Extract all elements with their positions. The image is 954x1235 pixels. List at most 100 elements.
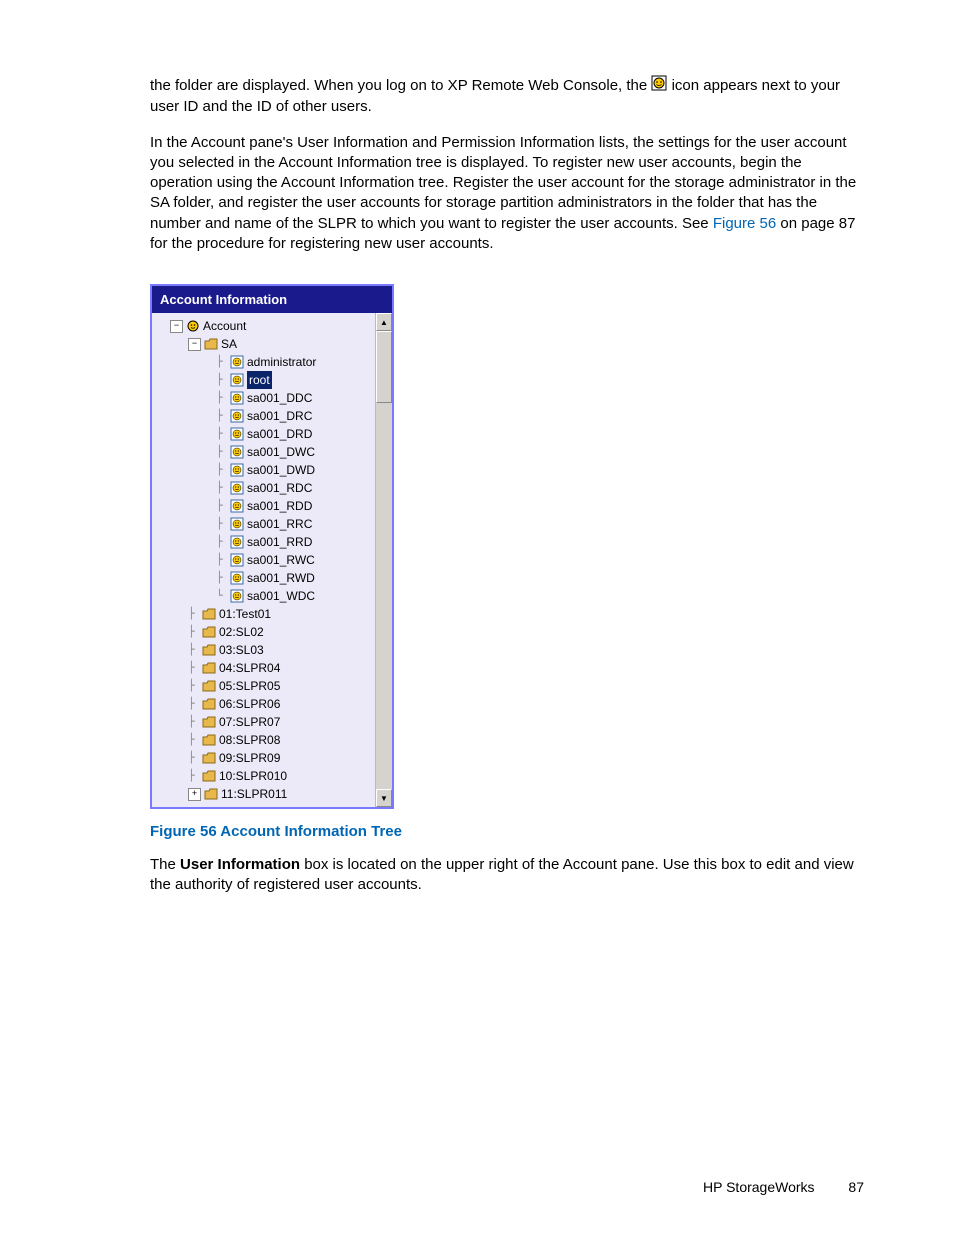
scroll-up-button[interactable]: ▲	[376, 313, 392, 331]
scroll-thumb[interactable]	[376, 331, 392, 403]
tree-node-label: sa001_DRC	[247, 407, 312, 425]
folder-open-icon	[204, 338, 218, 350]
tree-node-label: 01:Test01	[219, 605, 271, 623]
tree-node-user[interactable]: ├ sa001_DWD	[156, 461, 375, 479]
tree-node-folder[interactable]: ├06:SLPR06	[156, 695, 375, 713]
paragraph-1: the folder are displayed. When you log o…	[150, 75, 864, 118]
user-smiley-icon	[230, 481, 244, 495]
tree-line-icon: └	[216, 587, 230, 605]
tree-line-icon: ├	[216, 479, 230, 497]
tree-node-user[interactable]: ├sa001_RDC	[156, 479, 375, 497]
tree-node-label: 08:SLPR08	[219, 731, 280, 749]
tree-line-icon: ├	[216, 497, 230, 515]
panel-title: Account Information	[152, 286, 392, 313]
folders-list: ├01:Test01├02:SL02├03:SL03├04:SLPR04├05:…	[156, 605, 375, 803]
folder-icon	[202, 752, 216, 764]
tree-node-label: 05:SLPR05	[219, 677, 280, 695]
tree-line-icon: ├	[188, 767, 202, 785]
users-list: ├administrator├root├sa001_DDC├sa001_DRC├…	[156, 353, 375, 605]
tree-node-user[interactable]: ├sa001_DRD	[156, 425, 375, 443]
tree-node-label: sa001_DWD	[247, 461, 315, 479]
tree-node-label: 11:SLPR011	[221, 785, 287, 803]
tree-node-user[interactable]: ├sa001_RWC	[156, 551, 375, 569]
tree-node-folder[interactable]: ├08:SLPR08	[156, 731, 375, 749]
figure-56-link[interactable]: Figure 56	[713, 215, 776, 232]
tree-node-sa[interactable]: − SA	[156, 335, 375, 353]
tree-node-user[interactable]: ├ sa001_RRD	[156, 533, 375, 551]
expand-icon[interactable]: +	[188, 788, 201, 801]
tree-node-label: sa001_RDD	[247, 497, 312, 515]
folder-icon	[202, 662, 216, 674]
tree-node-folder[interactable]: ├ 03:SL03	[156, 641, 375, 659]
user-smiley-icon	[230, 517, 244, 531]
folder-icon	[202, 770, 216, 782]
paragraph-3: The User Information box is located on t…	[150, 855, 864, 896]
collapse-icon[interactable]: −	[188, 338, 201, 351]
user-smiley-icon	[230, 445, 244, 459]
tree-node-label: 07:SLPR07	[219, 713, 280, 731]
paragraph-1a: the folder are displayed. When you log o…	[150, 77, 651, 94]
tree-node-label: sa001_RRD	[247, 533, 312, 551]
tree-node-folder[interactable]: ├ 01:Test01	[156, 605, 375, 623]
tree-line-icon: ├	[216, 569, 230, 587]
tree-line-icon: ├	[188, 749, 202, 767]
tree-line-icon: ├	[188, 659, 202, 677]
account-tree[interactable]: − Account − SA ├administrator├root├sa001…	[152, 313, 375, 807]
folder-icon	[202, 644, 216, 656]
tree-node-folder[interactable]: +11:SLPR011	[156, 785, 375, 803]
user-smiley-icon	[230, 499, 244, 513]
tree-node-folder[interactable]: ├04:SLPR04	[156, 659, 375, 677]
tree-line-icon: ├	[216, 443, 230, 461]
tree-node-label: administrator	[247, 353, 316, 371]
page-footer: HP StorageWorks 87	[703, 1179, 864, 1195]
user-smiley-icon	[230, 391, 244, 405]
tree-line-icon: ├	[216, 389, 230, 407]
tree-line-icon: ├	[188, 677, 202, 695]
tree-node-folder[interactable]: ├ 09:SLPR09	[156, 749, 375, 767]
account-globe-icon	[186, 319, 200, 333]
tree-line-icon: ├	[216, 461, 230, 479]
tree-node-user[interactable]: ├administrator	[156, 353, 375, 371]
tree-node-label: Account	[203, 317, 246, 335]
scroll-down-button[interactable]: ▼	[376, 789, 392, 807]
tree-node-label: 09:SLPR09	[219, 749, 280, 767]
tree-node-label: 06:SLPR06	[219, 695, 280, 713]
tree-node-user[interactable]: ├ sa001_DWC	[156, 443, 375, 461]
paragraph-3-bold: User Information	[180, 856, 300, 873]
tree-line-icon: ├	[188, 641, 202, 659]
tree-line-icon: ├	[188, 605, 202, 623]
tree-node-folder[interactable]: ├02:SL02	[156, 623, 375, 641]
tree-node-user[interactable]: ├ root	[156, 371, 375, 389]
tree-node-user[interactable]: └sa001_WDC	[156, 587, 375, 605]
tree-line-icon: ├	[216, 425, 230, 443]
tree-node-user[interactable]: ├ sa001_RDD	[156, 497, 375, 515]
page: the folder are displayed. When you log o…	[0, 0, 954, 1235]
tree-node-folder[interactable]: ├07:SLPR07	[156, 713, 375, 731]
user-smiley-icon	[230, 409, 244, 423]
folder-icon	[202, 698, 216, 710]
tree-line-icon: ├	[216, 533, 230, 551]
tree-node-account[interactable]: − Account	[156, 317, 375, 335]
tree-node-folder[interactable]: ├ 05:SLPR05	[156, 677, 375, 695]
folder-icon	[202, 734, 216, 746]
collapse-icon[interactable]: −	[170, 320, 183, 333]
tree-node-label: root	[247, 371, 272, 389]
tree-node-user[interactable]: ├sa001_DDC	[156, 389, 375, 407]
tree-line-icon: ├	[188, 623, 202, 641]
paragraph-2: In the Account pane's User Information a…	[150, 133, 864, 255]
vertical-scrollbar[interactable]: ▲ ▼	[375, 313, 392, 807]
folder-icon	[204, 788, 218, 800]
account-information-panel: Account Information − Account − SA	[150, 284, 394, 809]
tree-node-user[interactable]: ├sa001_DRC	[156, 407, 375, 425]
tree-node-label: SA	[221, 335, 237, 353]
tree-node-user[interactable]: ├sa001_RRC	[156, 515, 375, 533]
user-smiley-icon	[651, 75, 667, 97]
tree-node-label: 03:SL03	[219, 641, 264, 659]
tree-node-label: sa001_DWC	[247, 443, 315, 461]
user-smiley-icon	[230, 355, 244, 369]
tree-node-folder[interactable]: ├10:SLPR010	[156, 767, 375, 785]
user-smiley-icon	[230, 427, 244, 441]
tree-node-user[interactable]: ├sa001_RWD	[156, 569, 375, 587]
scroll-track[interactable]	[376, 331, 392, 789]
tree-line-icon: ├	[216, 371, 230, 389]
